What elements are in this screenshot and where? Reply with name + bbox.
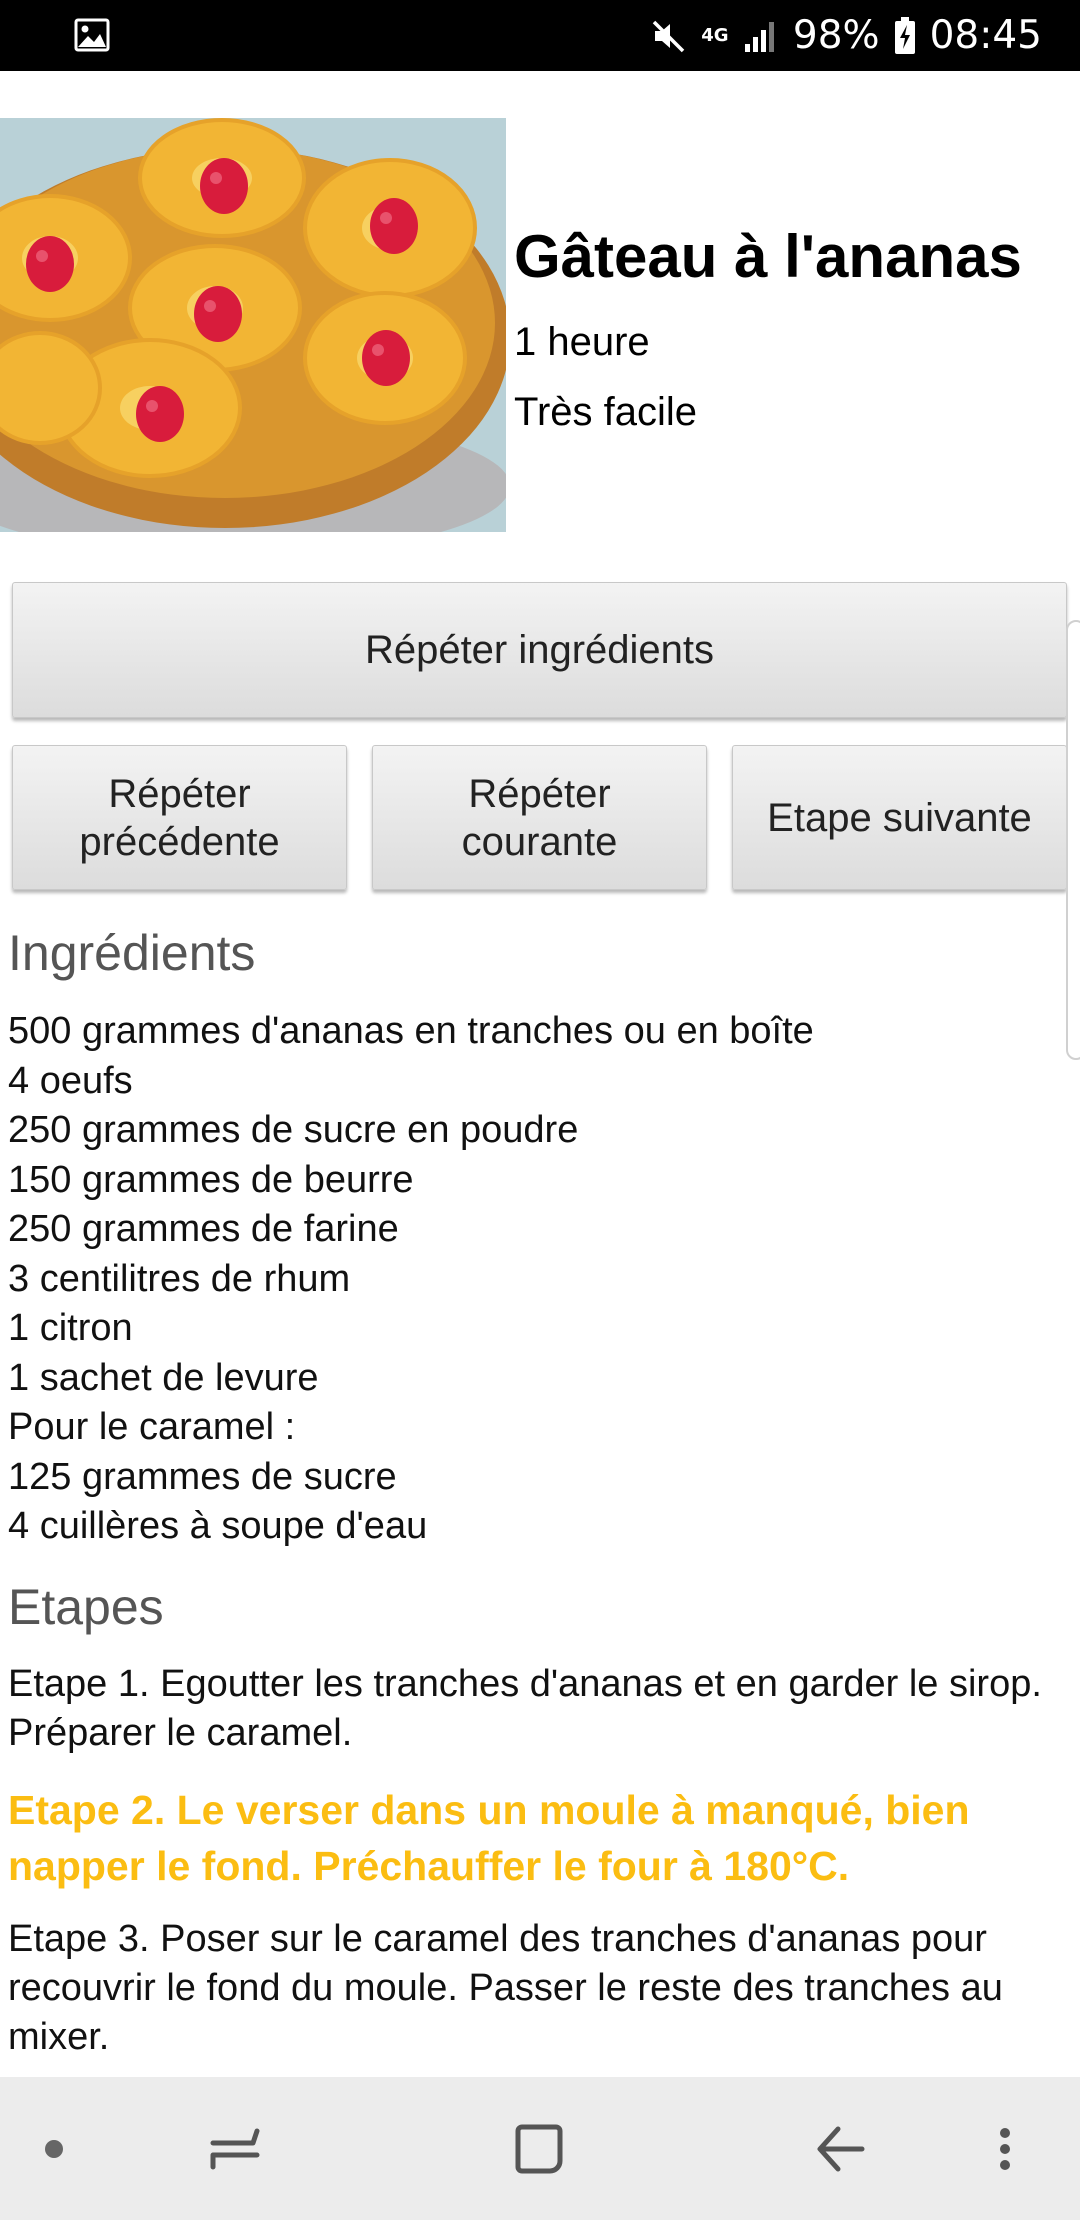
- ingredient-item: 3 centilitres de rhum: [8, 1257, 351, 1300]
- repeat-ingredients-button[interactable]: Répéter ingrédients: [12, 582, 1067, 718]
- ingredient-item: 125 grammes de sucre: [8, 1455, 397, 1498]
- ingredient-item: 1 sachet de levure: [8, 1356, 319, 1399]
- recipe-duration: 1 heure: [514, 320, 650, 364]
- dot-icon[interactable]: [14, 2077, 94, 2220]
- ingredients-heading: Ingrédients: [8, 925, 256, 981]
- network-type: 4G: [701, 24, 729, 46]
- gallery-notification-icon: [74, 18, 110, 52]
- ingredient-item: Pour le caramel :: [8, 1406, 296, 1448]
- scroll-edge-handle[interactable]: [1066, 620, 1080, 1060]
- repeat-current-button[interactable]: Répéter courante: [372, 745, 707, 890]
- recent-apps-icon[interactable]: [190, 2077, 280, 2220]
- ingredient-item: 500 grammes d'ananas en tranches ou en b…: [8, 1010, 814, 1052]
- step-item: Etape 3. Poser sur le caramel des tranch…: [8, 1918, 1003, 2058]
- battery-percent: 98%: [792, 13, 880, 58]
- pineapple-cake-image: [0, 118, 506, 532]
- repeat-previous-label: Répéter précédente: [79, 771, 280, 864]
- more-icon[interactable]: [965, 2077, 1045, 2220]
- next-step-label: Etape suivante: [767, 795, 1032, 840]
- next-step-button[interactable]: Etape suivante: [732, 745, 1067, 890]
- status-icons: 4G 98% 08:45: [651, 0, 1042, 71]
- recipe-photo: [0, 118, 506, 532]
- back-icon[interactable]: [795, 2077, 885, 2220]
- ingredients-list: 500 grammes d'ananas en tranches ou en b…: [8, 1007, 814, 1552]
- status-bar: 4G 98% 08:45: [0, 0, 1080, 71]
- ingredient-item: 150 grammes de beurre: [8, 1158, 414, 1201]
- ingredient-item: 250 grammes de sucre en poudre: [8, 1109, 579, 1151]
- ingredient-item: 1 citron: [8, 1307, 133, 1349]
- recipe-title: Gâteau à l'ananas: [514, 223, 1022, 290]
- repeat-current-label: Répéter courante: [461, 771, 618, 864]
- ingredient-item: 250 grammes de farine: [8, 1208, 399, 1250]
- repeat-ingredients-label: Répéter ingrédients: [364, 628, 715, 672]
- clock: 08:45: [929, 13, 1042, 58]
- step-item: Etape 1. Egoutter les tranches d'ananas …: [8, 1663, 1042, 1754]
- step-item-current: Etape 2. Le verser dans un moule à manqu…: [8, 1787, 970, 1889]
- navigation-bar: [0, 2077, 1080, 2220]
- recipe-difficulty: Très facile: [514, 390, 698, 434]
- repeat-previous-button[interactable]: Répéter précédente: [12, 745, 347, 890]
- mute-icon: [652, 20, 685, 52]
- ingredient-item: 4 cuillères à soupe d'eau: [8, 1505, 428, 1547]
- signal-icon: [744, 21, 774, 52]
- battery-charging-icon: [894, 16, 915, 54]
- steps-heading: Etapes: [8, 1579, 164, 1635]
- ingredient-item: 4 oeufs: [8, 1059, 133, 1102]
- home-icon[interactable]: [495, 2077, 585, 2220]
